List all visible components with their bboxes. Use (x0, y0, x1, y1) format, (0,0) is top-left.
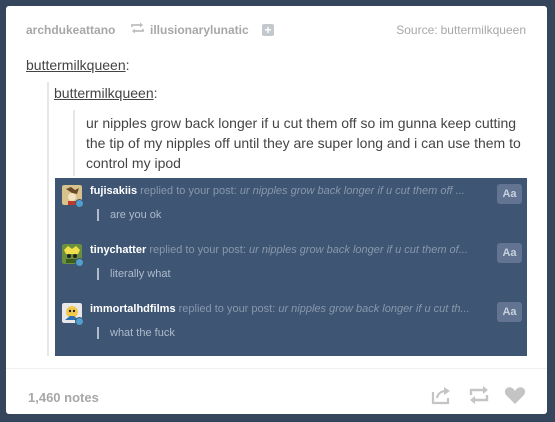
reply-badge-icon (75, 317, 84, 326)
reply-text: are you ok (97, 209, 161, 221)
reply-item: fujisakiis replied to your post: ur nipp… (55, 178, 527, 236)
post-header: archdukeattano illusionarylunatic + Sour… (6, 6, 547, 42)
reblogged-from-username[interactable]: illusionarylunatic (150, 23, 249, 37)
reply-quote: ur nipples grow back longer if u cut th.… (278, 303, 470, 315)
share-icon[interactable] (429, 383, 453, 407)
source-label: Source: (396, 23, 438, 37)
reply-item: tinychatter replied to your post: ur nip… (55, 237, 527, 295)
reply-item: immortalhdfilms replied to your post: ur… (55, 296, 527, 354)
reply-header: fujisakiis replied to your post: ur nipp… (90, 185, 490, 197)
reply-username[interactable]: tinychatter (90, 244, 146, 256)
text-style-button[interactable]: Aa (497, 184, 522, 204)
replies-panel: fujisakiis replied to your post: ur nipp… (55, 178, 527, 356)
text-style-button[interactable]: Aa (497, 302, 522, 322)
plus-icon[interactable]: + (262, 24, 274, 36)
reblog-icon[interactable] (467, 383, 491, 407)
post-source: Source: buttermilkqueen (396, 23, 526, 37)
reply-quote: ur nipples grow back longer if u cut the… (239, 185, 465, 197)
post-footer: 1,460 notes (6, 368, 547, 414)
quote-author-outer: buttermilkqueen: (26, 57, 130, 73)
reply-badge-icon (75, 199, 84, 208)
notes-count[interactable]: 1,460 notes (28, 390, 99, 405)
reblogger-username[interactable]: archdukeattano (26, 23, 115, 37)
quote-author-link-outer[interactable]: buttermilkqueen (26, 57, 126, 73)
reply-username[interactable]: immortalhdfilms (90, 303, 176, 315)
reply-badge-icon (75, 258, 84, 267)
replied-label: replied to your post: (140, 185, 237, 197)
reply-text: what the fuck (97, 327, 175, 339)
like-heart-icon[interactable] (503, 383, 527, 407)
quote-author-inner: buttermilkqueen: (54, 85, 158, 101)
reply-username[interactable]: fujisakiis (90, 185, 137, 197)
reply-header: tinychatter replied to your post: ur nip… (90, 244, 490, 256)
quote-author-link-inner[interactable]: buttermilkqueen (54, 85, 154, 101)
reply-quote: ur nipples grow back longer if u cut the… (249, 244, 468, 256)
reply-text: literally what (97, 268, 171, 280)
source-link[interactable]: buttermilkqueen (441, 23, 526, 37)
original-post-text: ur nipples grow back longer if u cut the… (86, 115, 521, 171)
colon: : (153, 85, 158, 101)
colon: : (125, 57, 130, 73)
replied-label: replied to your post: (149, 244, 246, 256)
replied-label: replied to your post: (178, 303, 276, 315)
post-card: archdukeattano illusionarylunatic + Sour… (6, 6, 547, 414)
reblog-icon (131, 22, 144, 34)
text-style-button[interactable]: Aa (497, 243, 522, 263)
reply-header: immortalhdfilms replied to your post: ur… (90, 303, 490, 315)
